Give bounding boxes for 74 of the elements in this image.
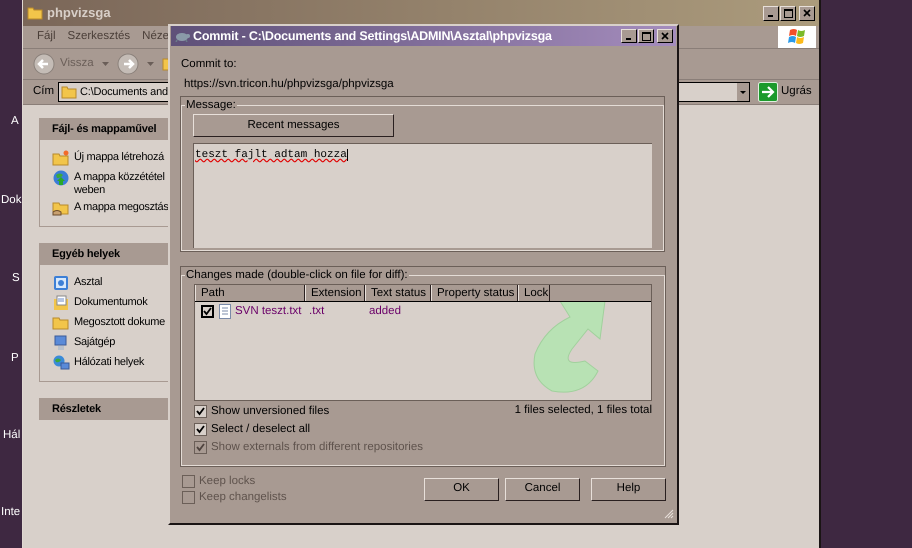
menu-item[interactable]: Szerkesztés xyxy=(66,28,132,46)
column-header[interactable]: Path xyxy=(195,284,305,301)
panel-link[interactable]: Dokumentumok xyxy=(74,294,148,309)
panel-link[interactable]: Új mappa létrehozá xyxy=(74,149,164,164)
column-header[interactable]: Lock xyxy=(518,284,550,301)
panel-link[interactable]: Asztal xyxy=(74,274,102,289)
go-button-label[interactable]: Ugrás xyxy=(781,83,812,101)
ok-button[interactable]: OK xyxy=(424,478,499,500)
maximize-icon xyxy=(642,32,650,40)
desktop-icon-label[interactable]: A xyxy=(11,113,19,130)
commit-to-label: Commit to: xyxy=(181,57,238,72)
desktop-icon-label[interactable]: Hál xyxy=(3,427,20,444)
turtle-icon xyxy=(174,30,190,42)
minimize-button[interactable] xyxy=(621,29,637,43)
checkmark-icon xyxy=(203,307,212,316)
folder-icon xyxy=(61,85,77,99)
desktop-icon-label[interactable]: Dok xyxy=(1,192,22,210)
checkbox[interactable] xyxy=(194,405,207,418)
panel-link[interactable]: Hálózati helyek xyxy=(74,354,144,369)
back-icon[interactable] xyxy=(33,53,55,75)
cancel-button[interactable]: Cancel xyxy=(505,478,580,500)
checkbox-label: Select / deselect all xyxy=(211,422,310,438)
desktop-icon-label[interactable]: P xyxy=(11,350,19,368)
help-button[interactable]: Help xyxy=(591,478,666,500)
folder-icon xyxy=(27,6,43,20)
file-path[interactable]: SVN teszt.txt xyxy=(235,303,305,320)
panel-link[interactable]: Megosztott dokume xyxy=(74,314,165,329)
text-file-icon xyxy=(219,304,231,320)
window-title: phpvizsga xyxy=(47,4,111,22)
close-button[interactable] xyxy=(657,29,673,43)
message-text: teszt fajlt adtam hozza xyxy=(195,148,348,161)
close-icon xyxy=(803,9,811,17)
recent-messages-button[interactable]: Recent messages xyxy=(193,114,394,137)
resize-grip-icon[interactable] xyxy=(664,508,674,518)
close-icon xyxy=(661,32,669,40)
panel-link[interactable]: A mappa közzététel weben xyxy=(74,169,165,197)
caret-icon xyxy=(740,90,746,94)
maximize-button[interactable] xyxy=(780,6,796,20)
desktop-icon xyxy=(52,274,70,292)
address-label: Cím xyxy=(33,84,55,100)
desktop-icon-label[interactable]: S xyxy=(12,270,20,288)
file-extension: .txt xyxy=(309,304,326,320)
panel-link[interactable]: Sajátgép xyxy=(74,334,116,349)
dialog-title: Commit - C:\Documents and Settings\ADMIN\Asztal\phpvizsga xyxy=(193,28,552,45)
address-value: C:\Documents and xyxy=(80,84,168,100)
new-folder-icon xyxy=(52,149,70,167)
menu-item[interactable]: Néze xyxy=(140,28,172,46)
menu-item[interactable]: Fájl xyxy=(35,28,58,46)
column-header[interactable]: Extension xyxy=(305,284,365,301)
message-text-area[interactable]: teszt fajlt adtam hozza xyxy=(193,142,652,248)
dropdown-button[interactable] xyxy=(737,83,749,101)
checkbox-label: Keep locks xyxy=(199,474,256,489)
checkbox-label: Keep changelists xyxy=(199,490,287,505)
forward-icon[interactable] xyxy=(116,53,139,75)
maximize-icon xyxy=(784,8,792,18)
changes-label: Changes made (double-click on file for diff): xyxy=(185,268,409,282)
column-header[interactable]: Property status xyxy=(431,284,518,301)
panel-link[interactable]: A mappa megosztás xyxy=(74,199,169,214)
repository-url: https://svn.tricon.hu/phpvizsga/phpvizsga xyxy=(183,77,395,92)
desktop-icon-label[interactable]: Inte xyxy=(1,504,20,522)
network-icon xyxy=(52,354,70,372)
message-label: Message: xyxy=(185,98,237,112)
globe-icon xyxy=(52,169,70,187)
text-status: added xyxy=(369,304,401,320)
close-button[interactable] xyxy=(799,6,815,20)
selection-summary: 1 files selected, 1 files total xyxy=(514,402,652,418)
column-header[interactable]: Text status xyxy=(365,284,431,301)
documents-icon xyxy=(52,294,70,312)
minimize-button[interactable] xyxy=(763,6,779,20)
windows-logo-icon xyxy=(778,26,816,48)
checkbox-label: Show externals from different repositories xyxy=(211,440,423,456)
checkbox[interactable] xyxy=(201,305,214,318)
maximize-button[interactable] xyxy=(638,29,654,43)
checkbox[interactable] xyxy=(194,423,207,436)
